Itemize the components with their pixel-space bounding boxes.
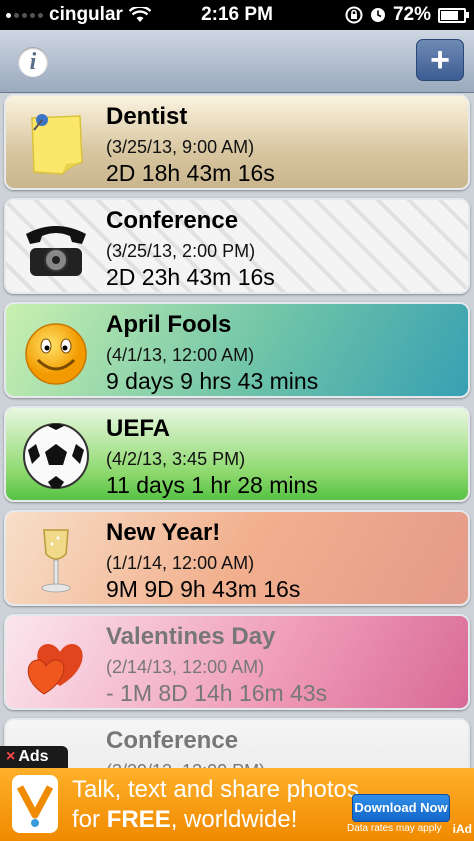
event-countdown: 2D 23h 43m 16s: [106, 264, 275, 290]
event-row-uefa[interactable]: UEFA (4/2/13, 3:45 PM) 11 days 1 hr 28 m…: [4, 406, 470, 502]
event-countdown: - 1M 8D 14h 16m 43s: [106, 680, 328, 706]
event-date: (1/1/14, 12:00 AM): [106, 553, 255, 573]
event-countdown: 11 days 1 hr 28 mins: [106, 472, 318, 498]
champagne-glass-icon: [41, 529, 71, 593]
event-row-conference[interactable]: Conference (3/25/13, 2:00 PM) 2D 23h 43m…: [4, 198, 470, 294]
navigation-bar: i +: [0, 30, 474, 93]
event-row-new-year[interactable]: New Year! (1/1/14, 12:00 AM) 9M 9D 9h 43…: [4, 510, 470, 606]
alarm-clock-icon: [370, 8, 385, 22]
battery-icon: [438, 7, 469, 23]
status-right: 72%: [345, 4, 469, 26]
event-title: Conference: [106, 727, 239, 754]
event-countdown: 9 days 9 hrs 43 mins: [106, 368, 319, 394]
telephone-icon: [26, 226, 86, 276]
iad-brand: iAd: [452, 822, 472, 836]
event-title: New Year!: [106, 519, 221, 546]
add-event-button[interactable]: +: [416, 39, 464, 81]
ad-app-logo-icon: [12, 775, 58, 833]
hearts-icon: [27, 644, 83, 695]
event-row-dentist[interactable]: Dentist (3/25/13, 9:00 AM) 2D 18h 43m 16…: [4, 94, 470, 190]
event-row-april-fools[interactable]: April Fools (4/1/13, 12:00 AM) 9 days 9 …: [4, 302, 470, 398]
event-date: (3/25/13, 2:00 PM): [106, 241, 256, 261]
event-title: Conference: [106, 207, 239, 234]
close-icon: ×: [6, 748, 16, 765]
status-bar: cingular 2:16 PM 72%: [0, 0, 474, 30]
ads-close-tag[interactable]: × Ads: [0, 746, 68, 768]
event-date: (2/14/13, 12:00 AM): [106, 657, 265, 677]
event-title: UEFA: [106, 415, 171, 442]
download-now-button[interactable]: Download Now: [352, 794, 450, 822]
rotation-lock-icon: [345, 6, 363, 24]
sticky-note-icon: [31, 114, 83, 175]
ad-fine-print: Data rates may apply: [347, 823, 442, 834]
event-date: (4/2/13, 3:45 PM): [106, 449, 246, 469]
soccer-ball-icon: [23, 423, 89, 489]
event-row-valentines-day[interactable]: Valentines Day (2/14/13, 12:00 AM) - 1M …: [4, 614, 470, 710]
event-title: Valentines Day: [106, 623, 276, 650]
event-countdown: 9M 9D 9h 43m 16s: [106, 576, 301, 602]
event-date: (4/1/13, 12:00 AM): [106, 345, 255, 365]
ad-text-line-2: for FREE, worldwide!: [72, 806, 298, 833]
event-date: (3/25/13, 9:00 AM): [106, 137, 255, 157]
smiley-icon: [25, 323, 87, 385]
event-countdown: 2D 18h 43m 16s: [106, 160, 275, 186]
event-title: April Fools: [106, 311, 232, 338]
battery-percent: 72%: [392, 4, 431, 25]
ads-label: Ads: [18, 748, 49, 765]
ad-text-line-1: Talk, text and share photos: [72, 776, 359, 803]
event-title: Dentist: [106, 103, 188, 130]
ad-banner[interactable]: Talk, text and share photos for FREE, wo…: [0, 768, 474, 841]
info-button[interactable]: i: [18, 47, 48, 77]
